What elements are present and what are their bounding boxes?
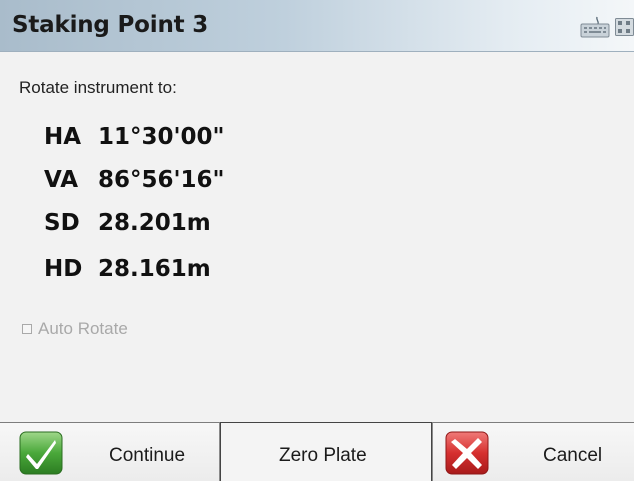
reading-hd: HD 28.161m bbox=[44, 256, 211, 282]
reading-value: 11°30'00" bbox=[98, 124, 225, 150]
auto-rotate-option[interactable]: Auto Rotate bbox=[22, 319, 128, 339]
title-bar: Staking Point 3 bbox=[0, 0, 634, 52]
zero-plate-label: Zero Plate bbox=[279, 445, 367, 466]
button-bar: Continue Zero Plate Cancel bbox=[0, 422, 634, 481]
reading-ha: HA 11°30'00" bbox=[44, 124, 225, 150]
staking-dialog: Staking Point 3 Rotate instrument to: HA… bbox=[0, 0, 634, 481]
cancel-button[interactable]: Cancel bbox=[432, 422, 634, 481]
content-area: Rotate instrument to: HA 11°30'00" VA 86°5… bbox=[0, 52, 634, 422]
x-icon bbox=[445, 431, 489, 475]
keyboard-icon[interactable] bbox=[580, 16, 610, 38]
grid-icon[interactable] bbox=[615, 18, 634, 36]
zero-plate-button[interactable]: Zero Plate bbox=[220, 422, 432, 481]
window-title: Staking Point 3 bbox=[12, 12, 209, 38]
checkmark-icon bbox=[19, 431, 63, 475]
reading-label: SD bbox=[44, 210, 80, 236]
reading-label: HD bbox=[44, 256, 83, 282]
cancel-label: Cancel bbox=[543, 445, 603, 466]
rotate-prompt: Rotate instrument to: bbox=[19, 78, 177, 97]
continue-button[interactable]: Continue bbox=[0, 422, 220, 481]
reading-value: 28.201m bbox=[98, 210, 211, 236]
reading-value: 86°56'16" bbox=[98, 167, 225, 193]
reading-value: 28.161m bbox=[98, 256, 211, 282]
auto-rotate-label: Auto Rotate bbox=[38, 319, 128, 338]
reading-sd: SD 28.201m bbox=[44, 210, 211, 236]
continue-label: Continue bbox=[109, 445, 186, 466]
auto-rotate-checkbox[interactable] bbox=[22, 324, 32, 334]
reading-label: VA bbox=[44, 167, 79, 193]
reading-va: VA 86°56'16" bbox=[44, 167, 225, 193]
reading-label: HA bbox=[44, 124, 82, 150]
